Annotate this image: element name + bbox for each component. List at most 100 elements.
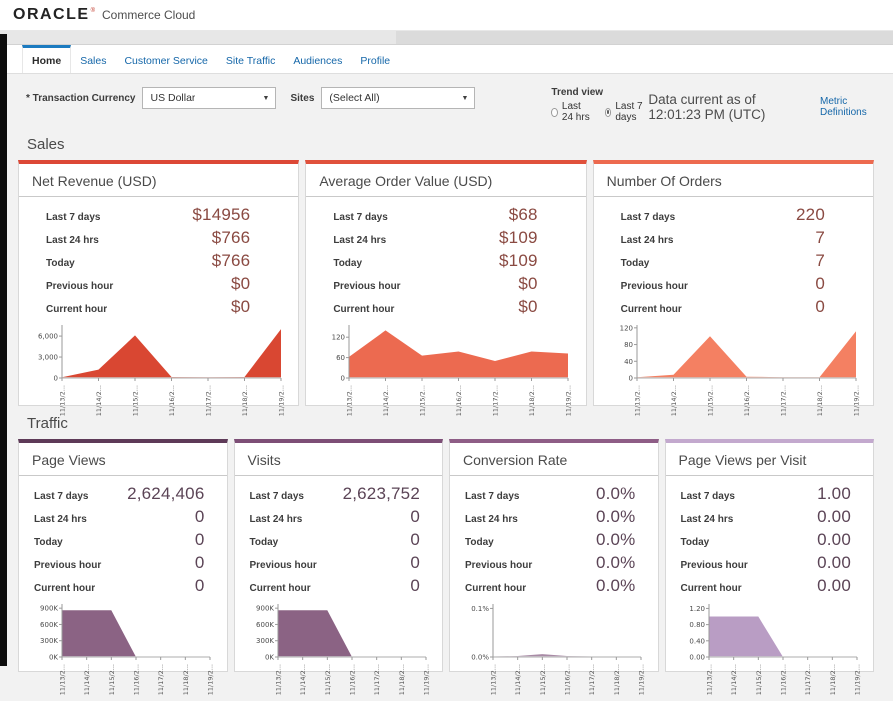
svg-text:0.0%: 0.0% — [471, 654, 489, 662]
metric-row-last-7-days: Last 7 days1.00 — [666, 482, 874, 505]
svg-text:11/14/2...: 11/14/2... — [730, 664, 738, 695]
card-title: Visits — [235, 443, 443, 476]
tab-home[interactable]: Home — [22, 45, 71, 73]
svg-text:11/16/2...: 11/16/2... — [779, 664, 787, 695]
metric-value: $68 — [509, 205, 538, 225]
app-header: ORACLE® Commerce Cloud — [0, 0, 893, 31]
radio-last-24-hrs-label: Last 24 hrs — [562, 101, 594, 123]
sites-select[interactable]: (Select All) ▼ — [321, 87, 475, 109]
svg-text:40: 40 — [624, 358, 633, 366]
metric-label: Previous hour — [34, 560, 101, 571]
transaction-currency-select[interactable]: US Dollar ▼ — [142, 87, 276, 109]
metric-card-page-views-per-visit: Page Views per VisitLast 7 days1.00Last … — [665, 439, 875, 672]
metric-value: 0 — [815, 274, 825, 294]
metric-card-visits: VisitsLast 7 days2,623,752Last 24 hrs0To… — [234, 439, 444, 672]
metric-value: $0 — [231, 274, 250, 294]
svg-text:11/18/2...: 11/18/2... — [816, 385, 824, 416]
metric-label: Last 7 days — [46, 212, 100, 223]
tab-audiences[interactable]: Audiences — [284, 45, 351, 73]
metric-card-conversion-rate: Conversion RateLast 7 days0.0%Last 24 hr… — [449, 439, 659, 672]
metric-label: Today — [465, 537, 494, 548]
trend-area-chart: 6,0003,000011/13/2...11/14/2...11/15/2..… — [28, 322, 287, 422]
svg-text:900K: 900K — [256, 605, 274, 613]
transaction-currency-label: * Transaction Currency — [26, 93, 135, 104]
metric-label: Last 24 hrs — [621, 235, 674, 246]
metric-value: 0 — [195, 576, 205, 596]
metric-row-last-7-days: Last 7 days 2,623,752 — [235, 482, 443, 505]
metric-label: Previous hour — [465, 560, 532, 571]
svg-text:11/19/2...: 11/19/2... — [853, 664, 861, 695]
metric-value: 0 — [815, 297, 825, 317]
metric-label: Current hour — [250, 583, 311, 594]
metric-value: $0 — [518, 297, 537, 317]
metric-row-last-24-hrs: Last 24 hrs0.0% — [450, 505, 658, 528]
svg-text:11/15/2...: 11/15/2... — [539, 664, 547, 695]
tab-sales[interactable]: Sales — [71, 45, 115, 73]
card-title: Page Views — [19, 443, 227, 476]
metric-value: 1.00 — [817, 484, 851, 504]
radio-last-7-days-label: Last 7 days — [615, 101, 648, 123]
svg-text:80: 80 — [624, 341, 633, 349]
metric-value: $0 — [518, 274, 537, 294]
metric-row-current-hour: Current hour0 — [19, 574, 227, 597]
chevron-down-icon: ▼ — [257, 88, 276, 108]
radio-icon — [551, 108, 558, 117]
metric-label: Previous hour — [621, 281, 688, 292]
svg-text:11/15/2...: 11/15/2... — [132, 385, 140, 416]
metric-label: Previous hour — [681, 560, 748, 571]
svg-text:11/17/2...: 11/17/2... — [492, 385, 500, 416]
metric-row-previous-hour: Previous hour0 — [19, 551, 227, 574]
metric-label: Last 24 hrs — [46, 235, 99, 246]
metric-label: Last 24 hrs — [333, 235, 386, 246]
metric-row-last-24-hrs: Last 24 hrs$109 — [306, 226, 585, 249]
chevron-down-icon: ▼ — [455, 88, 474, 108]
tab-profile[interactable]: Profile — [351, 45, 399, 73]
metric-value: 0.0% — [596, 507, 636, 527]
svg-text:11/18/2...: 11/18/2... — [613, 664, 621, 695]
metric-row-last-7-days: Last 7 days220 — [594, 203, 873, 226]
metric-value: $109 — [499, 251, 538, 271]
svg-text:11/16/2...: 11/16/2... — [133, 664, 141, 695]
metric-label: Last 7 days — [621, 212, 675, 223]
metric-label: Last 7 days — [465, 491, 519, 502]
radio-last-24-hrs[interactable]: Last 24 hrs — [551, 101, 593, 123]
transaction-currency-group: * Transaction Currency US Dollar ▼ — [26, 87, 276, 109]
metric-row-last-24-hrs: Last 24 hrs7 — [594, 226, 873, 249]
svg-text:11/17/2...: 11/17/2... — [157, 664, 165, 695]
metric-value: 0.0% — [596, 530, 636, 550]
sites-value: (Select All) — [322, 92, 379, 104]
trend-area-chart: 900K600K300K0K11/13/2...11/14/2...11/15/… — [28, 601, 216, 701]
metric-row-previous-hour: Previous hour0.0% — [450, 551, 658, 574]
dashboard-content: * Transaction Currency US Dollar ▼ Sites… — [0, 74, 893, 672]
metric-value: $0 — [231, 297, 250, 317]
svg-text:11/15/2...: 11/15/2... — [706, 385, 714, 416]
brand-name: ORACLE — [13, 6, 90, 24]
radio-last-7-days[interactable]: Last 7 days — [605, 101, 649, 123]
metric-row-previous-hour: Previous hour0.00 — [666, 551, 874, 574]
tab-customer-service[interactable]: Customer Service — [115, 45, 216, 73]
metric-rows: Last 7 days220Last 24 hrs7Today7Previous… — [594, 197, 873, 319]
svg-text:11/13/2...: 11/13/2... — [274, 664, 282, 695]
metric-row-last-24-hrs: Last 24 hrs0 — [235, 505, 443, 528]
metric-value: 0 — [410, 553, 420, 573]
metric-value: 2,623,752 — [343, 484, 420, 504]
metric-label: Last 24 hrs — [34, 514, 87, 525]
metric-row-today: Today$766 — [19, 249, 298, 272]
svg-text:11/17/2...: 11/17/2... — [779, 385, 787, 416]
metric-rows: Last 7 days0.0%Last 24 hrs0.0%Today0.0%P… — [450, 476, 658, 598]
tab-site-traffic[interactable]: Site Traffic — [217, 45, 284, 73]
metric-value: 7 — [815, 251, 825, 271]
metric-label: Previous hour — [46, 281, 113, 292]
svg-text:600K: 600K — [256, 621, 274, 629]
metric-value: 0.00 — [817, 530, 851, 550]
svg-text:11/18/2...: 11/18/2... — [182, 664, 190, 695]
metric-row-today: Today0 — [19, 528, 227, 551]
metric-definitions-link[interactable]: Metric Definitions — [820, 96, 873, 118]
metric-label: Last 7 days — [250, 491, 304, 502]
oracle-logo: ORACLE® Commerce Cloud — [13, 6, 195, 24]
metric-row-today: Today7 — [594, 249, 873, 272]
svg-text:11/15/2...: 11/15/2... — [108, 664, 116, 695]
status-group: Data current as of 12:01:23 PM (UTC) Met… — [648, 92, 879, 122]
svg-text:3,000: 3,000 — [38, 354, 58, 362]
filter-bar: * Transaction Currency US Dollar ▼ Sites… — [0, 74, 893, 127]
